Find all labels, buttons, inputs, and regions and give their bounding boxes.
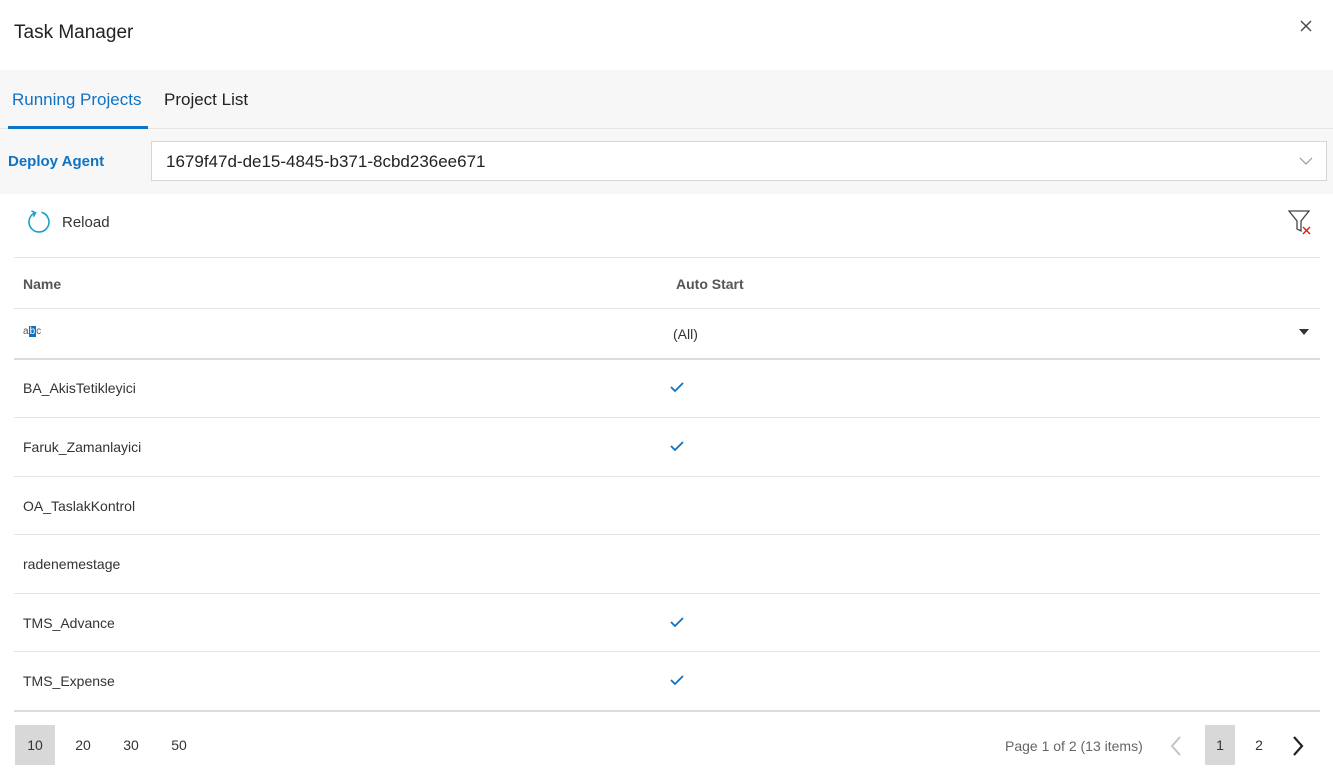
dialog-title: Task Manager xyxy=(14,22,134,43)
pager: 10 20 30 50 Page 1 of 2 (13 items) 1 2 xyxy=(0,712,1333,770)
page-size-50[interactable]: 50 xyxy=(159,725,199,765)
project-name: TMS_Expense xyxy=(23,673,115,689)
chevron-right-icon[interactable] xyxy=(1290,734,1306,758)
project-name: Faruk_Zamanlayici xyxy=(23,439,142,455)
reload-button[interactable]: Reload xyxy=(26,208,110,236)
dialog-titlebar: Task Manager xyxy=(0,0,1333,70)
deploy-agent-value: 1679f47d-de15-4845-b371-8cbd236ee671 xyxy=(166,152,486,171)
project-name: radenemestage xyxy=(23,556,121,572)
close-icon[interactable] xyxy=(1296,16,1316,36)
column-header-name[interactable]: Name xyxy=(23,276,61,292)
table-row[interactable]: BA_AkisTetikleyici xyxy=(14,359,1320,417)
clear-filter-icon[interactable] xyxy=(1287,208,1313,236)
table-row[interactable]: Faruk_Zamanlayici xyxy=(14,418,1320,476)
reload-icon xyxy=(28,210,50,233)
page-size-20[interactable]: 20 xyxy=(63,725,103,765)
column-header-auto-start[interactable]: Auto Start xyxy=(676,276,744,292)
table-row[interactable]: TMS_Expense xyxy=(14,652,1320,710)
project-name: OA_TaslakKontrol xyxy=(23,498,136,514)
table-row[interactable]: OA_TaslakKontrol xyxy=(14,477,1320,535)
chevron-down-icon xyxy=(1299,157,1313,165)
tab-project-list[interactable]: Project List xyxy=(164,90,248,110)
grid-toolbar: Reload xyxy=(0,194,1333,258)
tabs-divider xyxy=(0,128,1333,129)
page-size-10[interactable]: 10 xyxy=(15,725,55,765)
checkmark-icon xyxy=(670,675,684,686)
page-size-30[interactable]: 30 xyxy=(111,725,151,765)
checkmark-icon xyxy=(670,382,684,393)
auto-start-filter-value[interactable]: (All) xyxy=(673,326,698,342)
active-tab-indicator xyxy=(8,126,148,129)
deploy-agent-label: Deploy Agent xyxy=(8,153,105,170)
text-filter-icon[interactable]: abc xyxy=(23,326,41,337)
page-button-2[interactable]: 2 xyxy=(1244,725,1274,765)
table-row[interactable]: TMS_Advance xyxy=(14,594,1320,652)
chevron-left-icon[interactable] xyxy=(1168,734,1184,758)
checkmark-icon xyxy=(670,441,684,452)
page-button-1[interactable]: 1 xyxy=(1205,725,1235,765)
page-info: Page 1 of 2 (13 items) xyxy=(1005,738,1143,754)
deploy-agent-select[interactable]: 1679f47d-de15-4845-b371-8cbd236ee671 xyxy=(151,141,1327,181)
project-name: TMS_Advance xyxy=(23,615,115,631)
grid-top-border xyxy=(14,257,1320,258)
reload-label: Reload xyxy=(62,213,110,231)
project-name: BA_AkisTetikleyici xyxy=(23,380,136,396)
tab-running-projects[interactable]: Running Projects xyxy=(12,90,141,110)
table-row[interactable]: radenemestage xyxy=(14,535,1320,593)
tabs-panel: Running Projects Project List Deploy Age… xyxy=(0,70,1333,194)
header-divider xyxy=(14,308,1320,309)
auto-start-filter-dropdown-icon[interactable] xyxy=(1299,329,1309,335)
checkmark-icon xyxy=(670,617,684,628)
